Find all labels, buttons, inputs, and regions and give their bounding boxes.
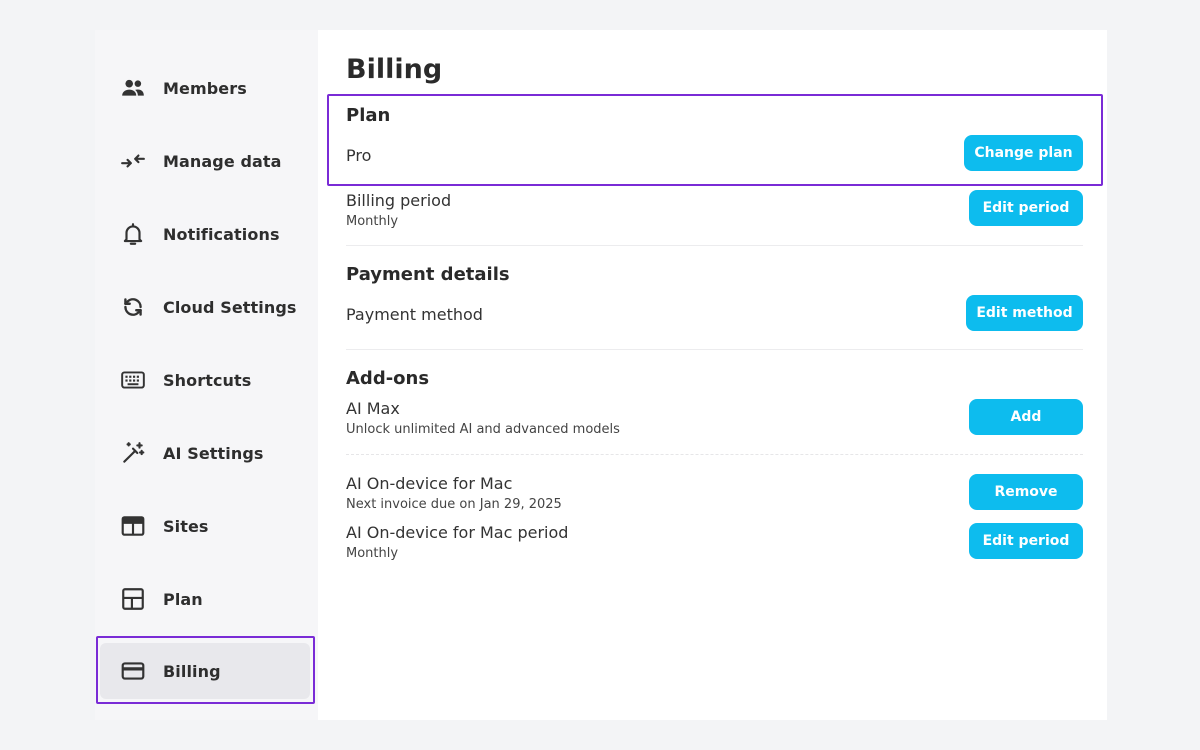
magic-wand-icon <box>117 437 149 469</box>
divider <box>346 454 1083 455</box>
sidebar-item-plan[interactable]: Plan <box>100 571 310 627</box>
sidebar-item-label: Manage data <box>163 151 282 171</box>
ai-max-description: Unlock unlimited AI and advanced models <box>346 422 620 437</box>
sidebar-item-label: Cloud Settings <box>163 297 297 317</box>
billing-period-value: Monthly <box>346 214 399 229</box>
current-plan-value: Pro <box>346 146 372 165</box>
browser-window-icon <box>117 510 149 542</box>
divider <box>346 349 1083 350</box>
sidebar-item-members[interactable]: Members <box>100 60 310 116</box>
ai-on-device-period-value: Monthly <box>346 546 399 561</box>
ai-max-title: AI Max <box>346 399 400 418</box>
remove-ai-on-device-button[interactable]: Remove <box>969 474 1083 510</box>
sidebar-item-notifications[interactable]: Notifications <box>100 206 310 262</box>
plan-section-title: Plan <box>346 105 391 126</box>
sidebar-item-sites[interactable]: Sites <box>100 498 310 554</box>
sidebar-item-label: AI Settings <box>163 443 264 463</box>
ai-on-device-period-title: AI On-device for Mac period <box>346 523 569 542</box>
payment-method-label: Payment method <box>346 305 483 324</box>
addons-section-title: Add-ons <box>346 368 430 389</box>
sidebar-item-label: Shortcuts <box>163 370 252 390</box>
bell-icon <box>117 218 149 250</box>
add-ai-max-button[interactable]: Add <box>969 399 1083 435</box>
sidebar-item-label: Sites <box>163 516 209 536</box>
layout-icon <box>117 583 149 615</box>
page-title: Billing <box>346 54 443 85</box>
sidebar-item-label: Notifications <box>163 224 280 244</box>
change-plan-button[interactable]: Change plan <box>964 135 1083 171</box>
sidebar-item-manage-data[interactable]: Manage data <box>100 133 310 189</box>
sidebar-item-label: Billing <box>163 661 221 681</box>
sidebar-item-billing[interactable]: Billing <box>100 643 310 699</box>
sidebar-item-ai-settings[interactable]: AI Settings <box>100 425 310 481</box>
sidebar-item-label: Plan <box>163 589 203 609</box>
edit-method-button[interactable]: Edit method <box>966 295 1083 331</box>
sidebar-item-label: Members <box>163 78 247 98</box>
payment-section-title: Payment details <box>346 264 510 285</box>
settings-window: Members Manage data Notifications Cloud … <box>95 30 1107 720</box>
arrows-in-icon <box>117 145 149 177</box>
sync-icon <box>117 291 149 323</box>
edit-ai-on-device-period-button[interactable]: Edit period <box>969 523 1083 559</box>
members-icon <box>117 72 149 104</box>
divider <box>346 245 1083 246</box>
keyboard-icon <box>117 364 149 396</box>
ai-on-device-title: AI On-device for Mac <box>346 474 513 493</box>
credit-card-icon <box>117 655 149 687</box>
sidebar-item-shortcuts[interactable]: Shortcuts <box>100 352 310 408</box>
edit-billing-period-button[interactable]: Edit period <box>969 190 1083 226</box>
sidebar-item-cloud-settings[interactable]: Cloud Settings <box>100 279 310 335</box>
billing-panel: Billing Plan Pro Change plan Billing per… <box>327 30 1103 720</box>
ai-on-device-description: Next invoice due on Jan 29, 2025 <box>346 497 562 512</box>
sidebar: Members Manage data Notifications Cloud … <box>95 30 318 720</box>
billing-period-title: Billing period <box>346 191 452 210</box>
